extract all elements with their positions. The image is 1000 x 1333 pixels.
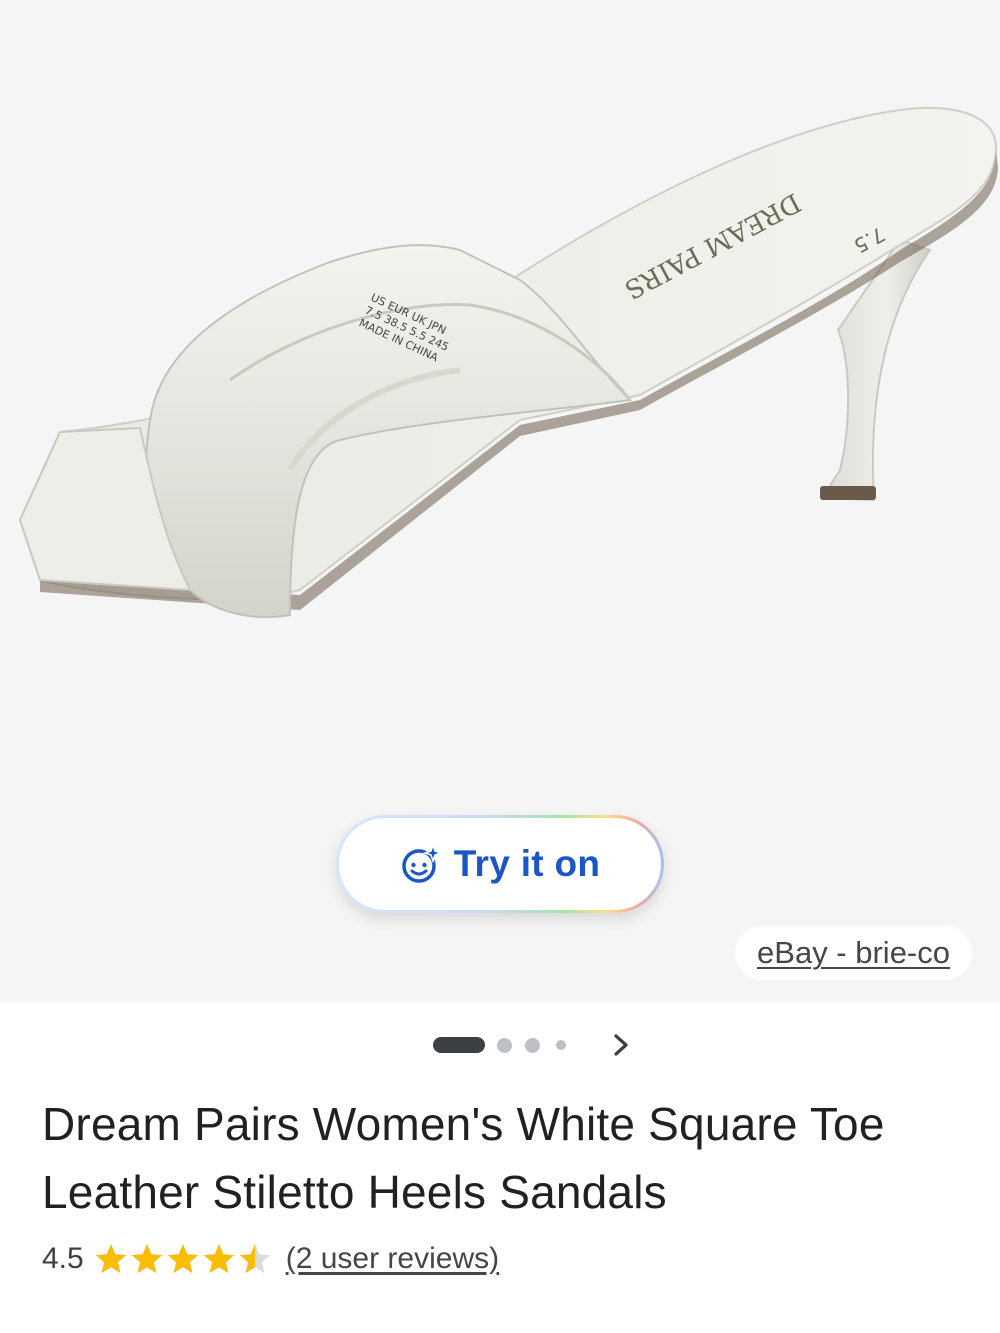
product-title: Dream Pairs Women's White Square Toe Lea… (42, 1098, 885, 1218)
try-it-on-label: Try it on (453, 843, 601, 884)
try-it-on-button-inner[interactable]: Try it on (339, 818, 661, 910)
carousel-indicator (0, 1025, 1000, 1065)
source-link[interactable]: eBay - brie-co (757, 935, 950, 971)
rating-row: 4.5 (2 user reviews) (42, 1234, 499, 1284)
star-icon (239, 1244, 270, 1273)
star-rating (94, 1242, 272, 1276)
star-icon (203, 1244, 234, 1273)
try-it-on-button[interactable]: Try it on (336, 815, 664, 913)
carousel-dot[interactable] (556, 1040, 566, 1050)
carousel-dot[interactable] (497, 1038, 512, 1053)
carousel-dot-active[interactable] (433, 1037, 485, 1053)
source-chip[interactable]: eBay - brie-co (735, 926, 972, 980)
face-sparkle-icon (401, 843, 442, 883)
product-page: DREAM PAIRS 7.5 US EUR UK JPN 7.5 38.5 5… (0, 0, 1000, 1333)
product-image-area[interactable]: DREAM PAIRS 7.5 US EUR UK JPN 7.5 38.5 5… (0, 0, 1000, 1003)
chevron-right-icon[interactable] (604, 1028, 638, 1062)
user-reviews-link[interactable]: (2 user reviews) (286, 1242, 499, 1276)
star-icon (131, 1244, 162, 1273)
rating-value: 4.5 (42, 1242, 84, 1275)
carousel-dot[interactable] (525, 1038, 540, 1053)
star-icon (167, 1244, 198, 1273)
star-icon (95, 1244, 126, 1273)
